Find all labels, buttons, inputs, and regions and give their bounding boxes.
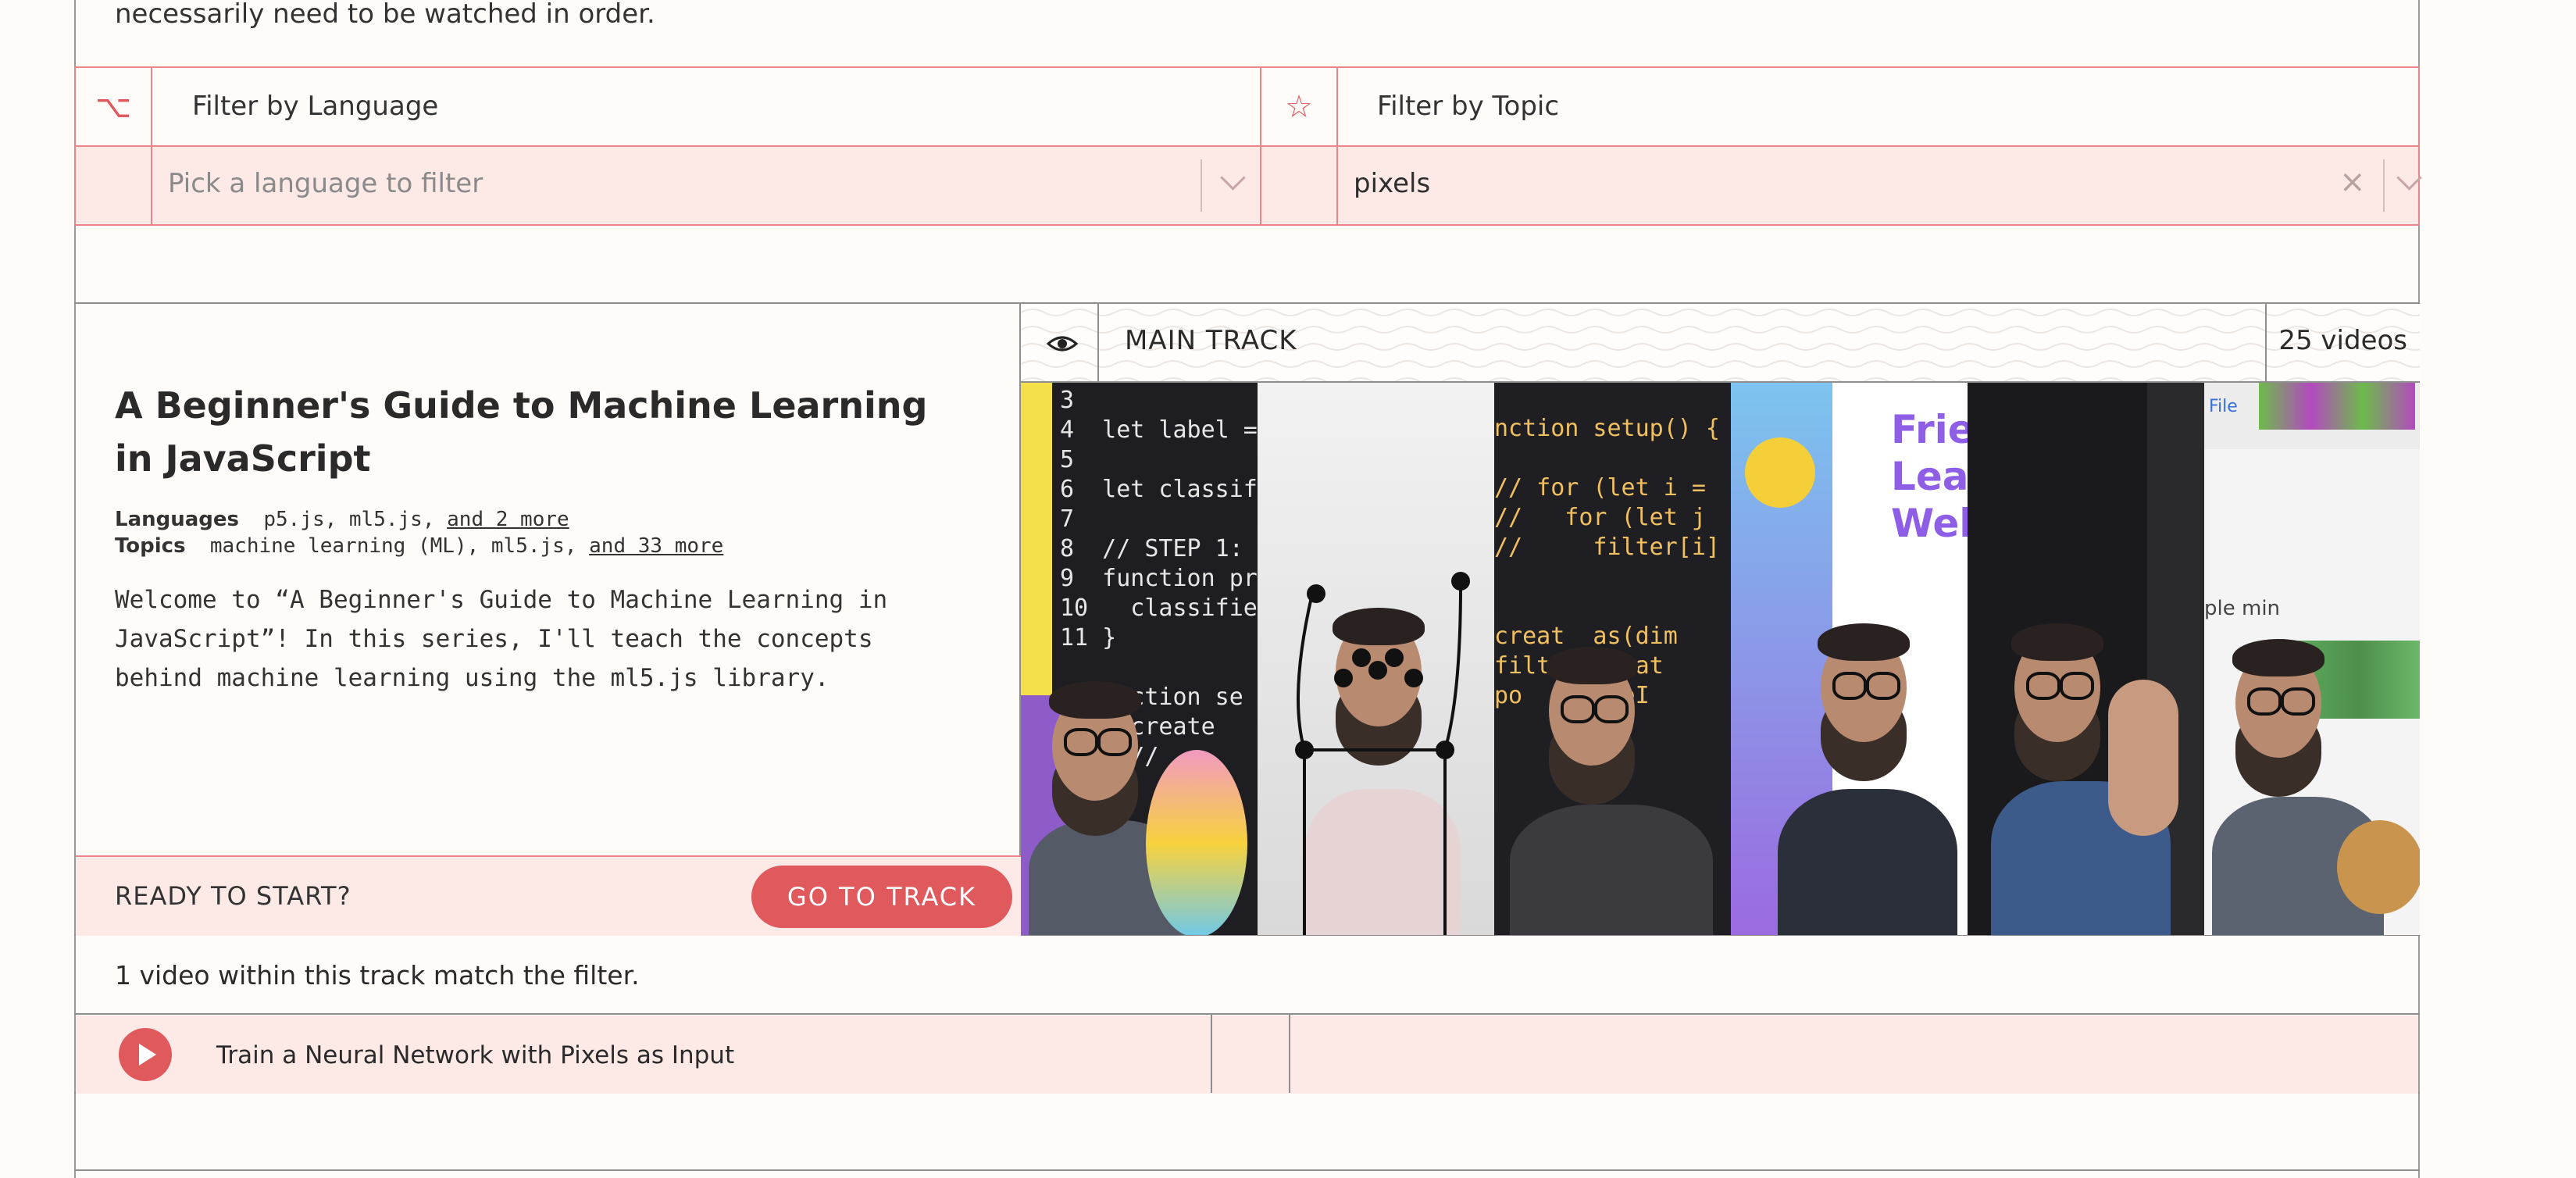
main-track-label: MAIN TRACK: [1125, 325, 1297, 356]
go-to-track-button[interactable]: GO TO TRACK: [751, 866, 1012, 928]
select-spacer: [1261, 147, 1336, 224]
track-topics: Topics machine learning (ML), ml5.js, an…: [115, 534, 723, 558]
glasses: [2281, 687, 2315, 716]
person-hair: [1546, 647, 1638, 684]
video-count: 25 videos: [2278, 325, 2407, 356]
glasses: [2026, 672, 2060, 700]
thumbnail: [1968, 383, 2204, 935]
language-icon: ⌥: [95, 88, 132, 125]
thumbnail: [1258, 383, 1494, 935]
person-hair: [2232, 639, 2324, 676]
glasses: [1097, 728, 1132, 756]
select-spacer: [76, 147, 151, 224]
topics-list: machine learning (ML), ml5.js,: [209, 534, 577, 558]
languages-more-link[interactable]: and 2 more: [447, 508, 569, 531]
divider: [2418, 66, 2420, 226]
glasses: [2060, 672, 2094, 700]
languages-label: Languages: [115, 508, 240, 531]
plush-toy: [1146, 750, 1247, 935]
file-label: File: [2209, 397, 2238, 416]
thumbnail: 3 4 let label = 5 6 let classifi 7 8 // …: [1021, 383, 1258, 935]
play-icon[interactable]: [119, 1028, 172, 1081]
topic-select[interactable]: pixels ×: [1338, 147, 2422, 224]
clear-icon[interactable]: ×: [2339, 164, 2366, 200]
ready-text: READY TO START?: [115, 881, 351, 911]
glasses: [2247, 687, 2282, 716]
glasses: [1594, 695, 1629, 723]
match-count-text: 1 video within this track match the filt…: [115, 960, 640, 991]
person-hair: [1818, 623, 1910, 661]
glasses: [1561, 695, 1595, 723]
select-separator: [2383, 159, 2385, 212]
eye-icon: [1031, 320, 1094, 367]
person-shirt: [1778, 789, 1957, 935]
divider: [1211, 1014, 1212, 1093]
track-title: A Beginner's Guide to Machine Learning i…: [115, 384, 928, 480]
divider: [1097, 304, 1099, 383]
topics-more-link[interactable]: and 33 more: [589, 534, 723, 558]
select-separator: [1201, 159, 1202, 212]
star-icon: ☆: [1285, 88, 1313, 125]
glasses: [1832, 672, 1867, 700]
person-hair: [1049, 681, 1141, 719]
intro-text: necessarily need to be watched in order.: [115, 0, 655, 30]
divider: [74, 224, 2420, 226]
thumbnail-heading: Frie Lear Web: [1891, 407, 1968, 546]
raised-hand: [2108, 680, 2178, 836]
video-title[interactable]: Train a Neural Network with Pixels as In…: [216, 1041, 734, 1069]
thumbnail: File ple min: [2204, 383, 2420, 935]
ukulele: [2337, 820, 2420, 914]
divider: [74, 1169, 2420, 1171]
divider: [1289, 1014, 1290, 1093]
glasses: [1866, 672, 1900, 700]
divider: [74, 66, 2420, 68]
language-select[interactable]: Pick a language to filter: [152, 147, 1260, 224]
person-hair: [2011, 623, 2103, 661]
image-strip: [2259, 383, 2415, 430]
languages-list: p5.js, ml5.js,: [263, 508, 435, 531]
topic-select-value: pixels: [1354, 168, 1431, 199]
divider: [2265, 304, 2267, 383]
filter-topic-label: Filter by Topic: [1377, 91, 1560, 122]
thumbnail: nction setup() { // for (let i = // for …: [1494, 383, 1731, 935]
topics-label: Topics: [115, 534, 186, 558]
language-select-placeholder: Pick a language to filter: [168, 168, 483, 199]
track-thumbnails[interactable]: 3 4 let label = 5 6 let classifi 7 8 // …: [1021, 383, 2420, 935]
track-description: Welcome to “A Beginner's Guide to Machin…: [115, 586, 888, 692]
pose-skeleton: [1295, 572, 1470, 935]
chevron-down-icon[interactable]: [1220, 165, 1246, 191]
sun-decoration: [1745, 437, 1815, 508]
thumbnail: Frie Lear Web: [1731, 383, 1968, 935]
chevron-down-icon[interactable]: [2396, 165, 2422, 191]
glasses: [1064, 728, 1098, 756]
thumbnail-caption: ple min: [2204, 597, 2281, 620]
filter-language-label: Filter by Language: [192, 91, 439, 122]
person-shirt: [1510, 805, 1713, 935]
track-languages: Languages p5.js, ml5.js, and 2 more: [115, 508, 569, 531]
divider: [74, 1013, 2420, 1015]
